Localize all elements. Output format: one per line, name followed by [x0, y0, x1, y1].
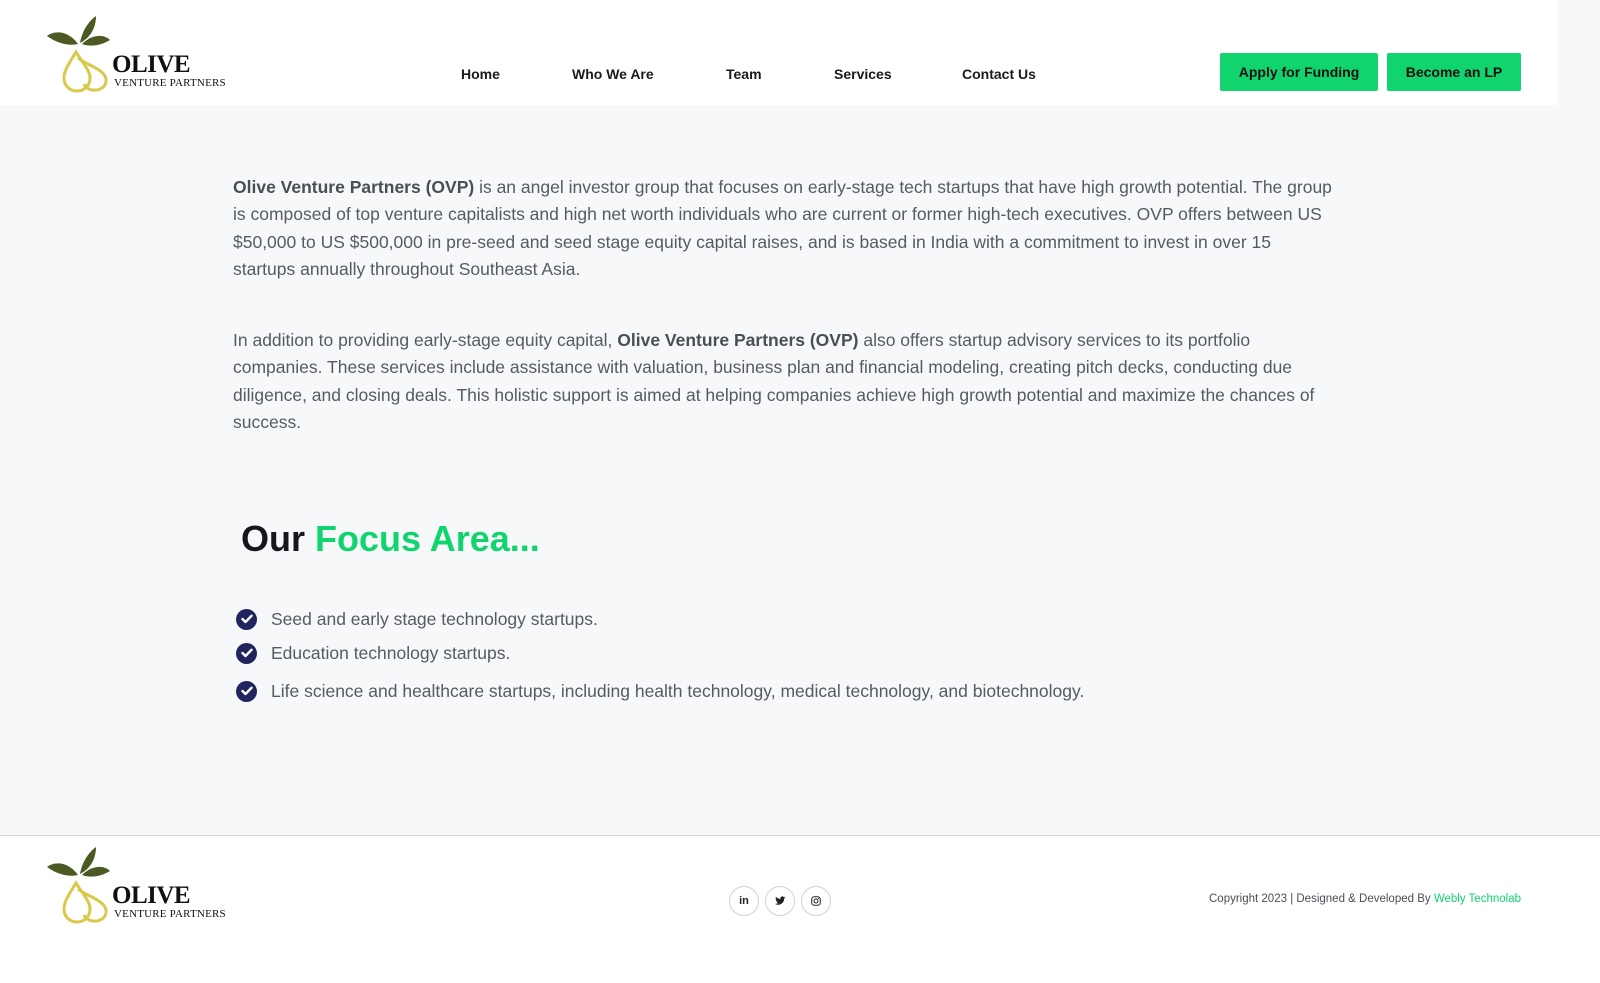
footer-brand-logo[interactable]: OLIVE VENTURE PARTNERS: [46, 845, 226, 925]
copyright-text: Copyright 2023 | Designed & Developed By…: [1209, 893, 1521, 905]
intro-paragraph-1: Olive Venture Partners (OVP) is an angel…: [233, 174, 1333, 284]
brand-name: OLIVE: [112, 882, 191, 909]
brand-tagline: VENTURE PARTNERS: [114, 77, 226, 89]
intro-paragraph-2: In addition to providing early-stage equ…: [233, 327, 1333, 437]
linkedin-link[interactable]: in: [729, 886, 759, 916]
nav-contact-us[interactable]: Contact Us: [962, 66, 1036, 82]
nav-services[interactable]: Services: [834, 66, 892, 82]
nav-team[interactable]: Team: [726, 66, 762, 82]
intro-paragraph-2-start: In addition to providing early-stage equ…: [233, 330, 618, 350]
check-circle-icon: [236, 642, 257, 664]
twitter-link[interactable]: [765, 886, 795, 916]
scrollbar[interactable]: [1558, 0, 1600, 105]
company-name-bold: Olive Venture Partners (OVP): [233, 177, 475, 197]
site-footer: OLIVE VENTURE PARTNERS in Copyright 2023…: [0, 835, 1600, 983]
focus-item-text: Life science and healthcare startups, in…: [271, 681, 1085, 701]
twitter-icon: [774, 896, 786, 905]
brand-logo[interactable]: OLIVE VENTURE PARTNERS: [46, 14, 226, 94]
check-circle-icon: [236, 608, 257, 630]
focus-item-text: Education technology startups.: [271, 643, 511, 663]
linkedin-icon: in: [739, 895, 749, 907]
focus-item-text: Seed and early stage technology startups…: [271, 609, 598, 629]
olive-logo-icon: [47, 847, 110, 924]
focus-list-item: Education technology startups.: [236, 642, 510, 664]
copyright-label: Copyright 2023 | Designed & Developed By: [1209, 893, 1434, 905]
main-content: Olive Venture Partners (OVP) is an angel…: [0, 105, 1600, 835]
instagram-icon: [811, 896, 821, 906]
focus-heading-area: Focus Area...: [315, 518, 540, 559]
nav-who-we-are[interactable]: Who We Are: [572, 66, 654, 82]
focus-list-item: Seed and early stage technology startups…: [236, 608, 598, 630]
company-name-bold: Olive Venture Partners (OVP): [617, 330, 859, 350]
site-header: OLIVE VENTURE PARTNERS Home Who We Are T…: [0, 0, 1558, 105]
focus-heading-our: Our: [241, 518, 306, 559]
check-circle-icon: [236, 680, 257, 702]
nav-home[interactable]: Home: [461, 66, 500, 82]
olive-logo-icon: [47, 16, 110, 93]
brand-name: OLIVE: [112, 51, 191, 78]
apply-for-funding-button[interactable]: Apply for Funding: [1220, 53, 1378, 91]
become-an-lp-button[interactable]: Become an LP: [1387, 53, 1521, 91]
brand-tagline: VENTURE PARTNERS: [114, 908, 226, 920]
instagram-link[interactable]: [801, 886, 831, 916]
focus-area-heading: Our Focus Area...: [241, 519, 540, 559]
developer-link[interactable]: Webly Technolab: [1434, 893, 1521, 905]
focus-list-item: Life science and healthcare startups, in…: [236, 680, 1084, 702]
